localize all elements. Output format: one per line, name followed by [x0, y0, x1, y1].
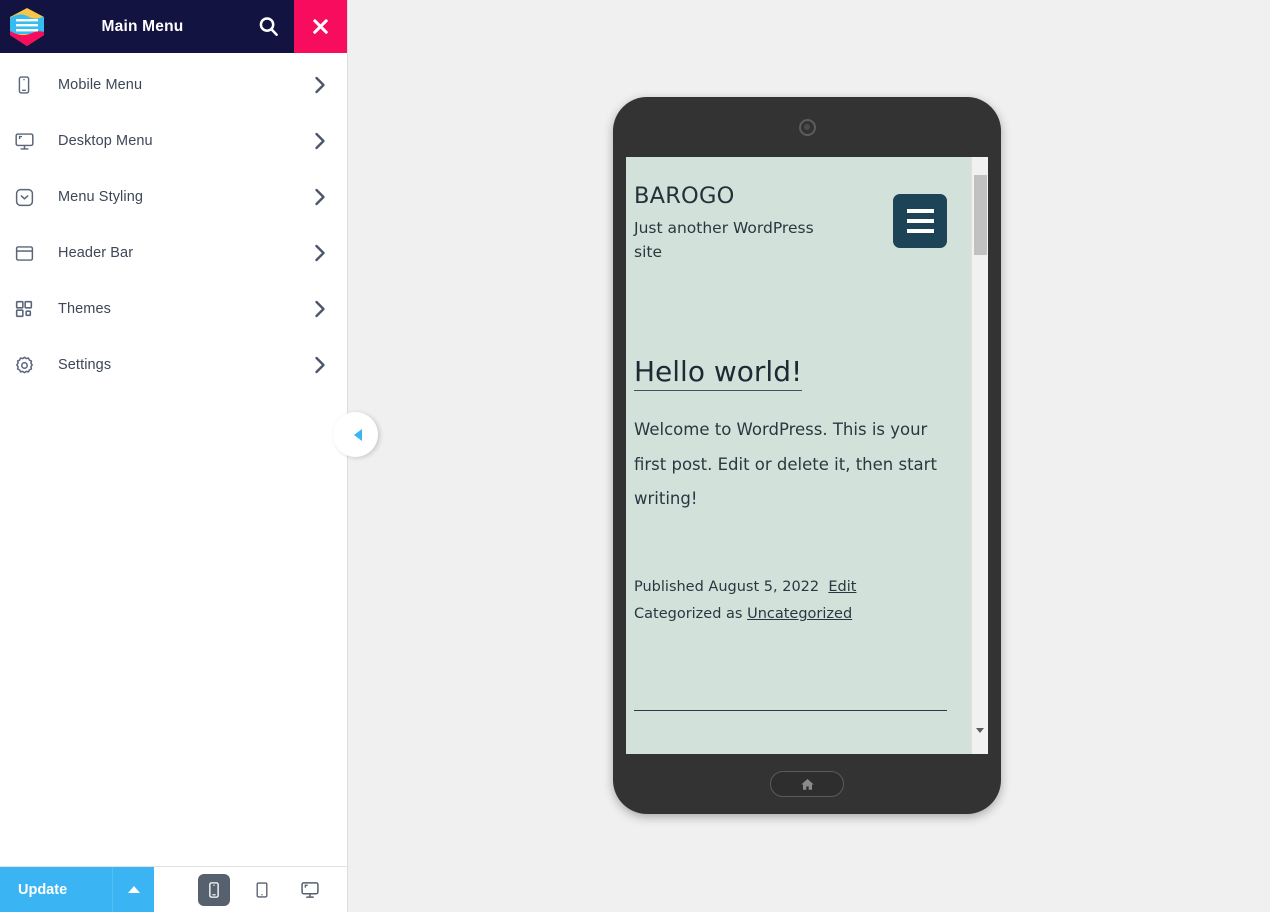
update-options-button[interactable]: [112, 867, 154, 912]
main-menu-sidebar: Main Menu Mobile Menu Desktop Menu Menu …: [0, 0, 348, 912]
sidebar-header: Main Menu: [0, 0, 347, 53]
device-toggle-mobile[interactable]: [198, 873, 230, 906]
hamburger-menu-icon: [906, 209, 934, 213]
post-divider: [634, 709, 947, 711]
sidebar-item-themes[interactable]: Themes: [0, 281, 347, 337]
site-preview-content: BAROGO Just another WordPress site Hello…: [626, 157, 971, 754]
hamburger-menu-icon: [906, 219, 934, 223]
panel-collapse-handle[interactable]: [333, 412, 378, 457]
search-button[interactable]: [242, 0, 294, 53]
post-edit-link[interactable]: Edit: [828, 579, 856, 595]
device-toggle-desktop[interactable]: [294, 874, 326, 906]
camera-dot-icon: [798, 118, 816, 136]
sidebar-item-label: Settings: [58, 357, 112, 373]
post-category-line: Categorized as Uncategorized: [634, 601, 947, 628]
hamburger-menu-icon: [906, 229, 934, 233]
sidebar-item-settings[interactable]: Settings: [0, 337, 347, 393]
sidebar-item-label: Themes: [58, 301, 111, 317]
chevron-right-icon: [314, 76, 327, 94]
grid-squares-icon: [12, 299, 48, 319]
post-meta: Published August 5, 2022 Edit Categorize…: [634, 574, 947, 628]
app-logo: [0, 0, 53, 53]
post-article: Hello world! Welcome to WordPress. This …: [634, 355, 947, 711]
chevron-right-icon: [314, 132, 327, 150]
desktop-monitor-icon: [12, 131, 48, 152]
post-published-text: Published August 5, 2022: [634, 579, 820, 596]
sidebar-item-menu-styling[interactable]: Menu Styling: [0, 169, 347, 225]
sidebar-menu-list: Mobile Menu Desktop Menu Menu Styling He…: [0, 53, 347, 866]
preview-scrollbar[interactable]: [971, 157, 988, 754]
phone-screen: BAROGO Just another WordPress site Hello…: [626, 157, 988, 754]
site-tagline: Just another WordPress site: [634, 219, 814, 262]
site-title: BAROGO: [634, 183, 735, 209]
post-title-link[interactable]: Hello world!: [634, 355, 803, 392]
post-category-link[interactable]: Uncategorized: [747, 606, 852, 622]
sidebar-item-mobile-menu[interactable]: Mobile Menu: [0, 57, 347, 113]
post-body-text: Welcome to WordPress. This is your first…: [634, 420, 937, 508]
window-frame-icon: [12, 243, 48, 264]
sidebar-title: Main Menu: [101, 17, 184, 35]
chevron-right-icon: [314, 188, 327, 206]
triangle-left-icon: [354, 428, 362, 441]
app-root: Main Menu Mobile Menu Desktop Menu Menu …: [0, 0, 1270, 912]
phone-bottom-bezel: [613, 754, 1001, 814]
chevron-box-icon: [12, 187, 48, 208]
sidebar-item-label: Desktop Menu: [58, 133, 153, 149]
caret-up-icon: [127, 886, 140, 893]
chevron-right-icon: [314, 356, 327, 374]
close-icon: [311, 17, 330, 36]
phone-mockup: BAROGO Just another WordPress site Hello…: [613, 97, 1001, 814]
scroll-down-arrow-icon: [976, 728, 984, 750]
mobile-phone-icon: [12, 75, 48, 95]
sidebar-item-label: Mobile Menu: [58, 77, 143, 93]
scrollbar-thumb[interactable]: [974, 175, 987, 255]
device-preview-toggles: [154, 867, 347, 912]
sidebar-item-label: Header Bar: [58, 245, 134, 261]
preview-area: BAROGO Just another WordPress site Hello…: [348, 0, 1270, 912]
gear-icon: [12, 355, 48, 376]
update-button[interactable]: Update: [0, 867, 112, 912]
sidebar-item-label: Menu Styling: [58, 189, 144, 205]
sidebar-item-header-bar[interactable]: Header Bar: [0, 225, 347, 281]
sidebar-item-desktop-menu[interactable]: Desktop Menu: [0, 113, 347, 169]
sidebar-footer: Update: [0, 866, 347, 912]
post-published-line: Published August 5, 2022 Edit: [634, 574, 947, 601]
chevron-right-icon: [314, 300, 327, 318]
phone-home-button[interactable]: [770, 771, 844, 797]
chevron-right-icon: [314, 244, 327, 262]
search-icon: [259, 17, 278, 36]
home-icon: [800, 778, 814, 790]
scroll-down-button[interactable]: [976, 728, 984, 754]
hamburger-menu-button[interactable]: [893, 194, 947, 248]
site-header: BAROGO Just another WordPress site: [634, 183, 947, 264]
device-toggle-tablet[interactable]: [246, 874, 278, 906]
close-button[interactable]: [294, 0, 347, 53]
hexagon-menu-logo-icon: [9, 7, 44, 46]
post-category-text: Categorized as: [634, 605, 743, 622]
phone-top-bezel: [613, 97, 1001, 157]
